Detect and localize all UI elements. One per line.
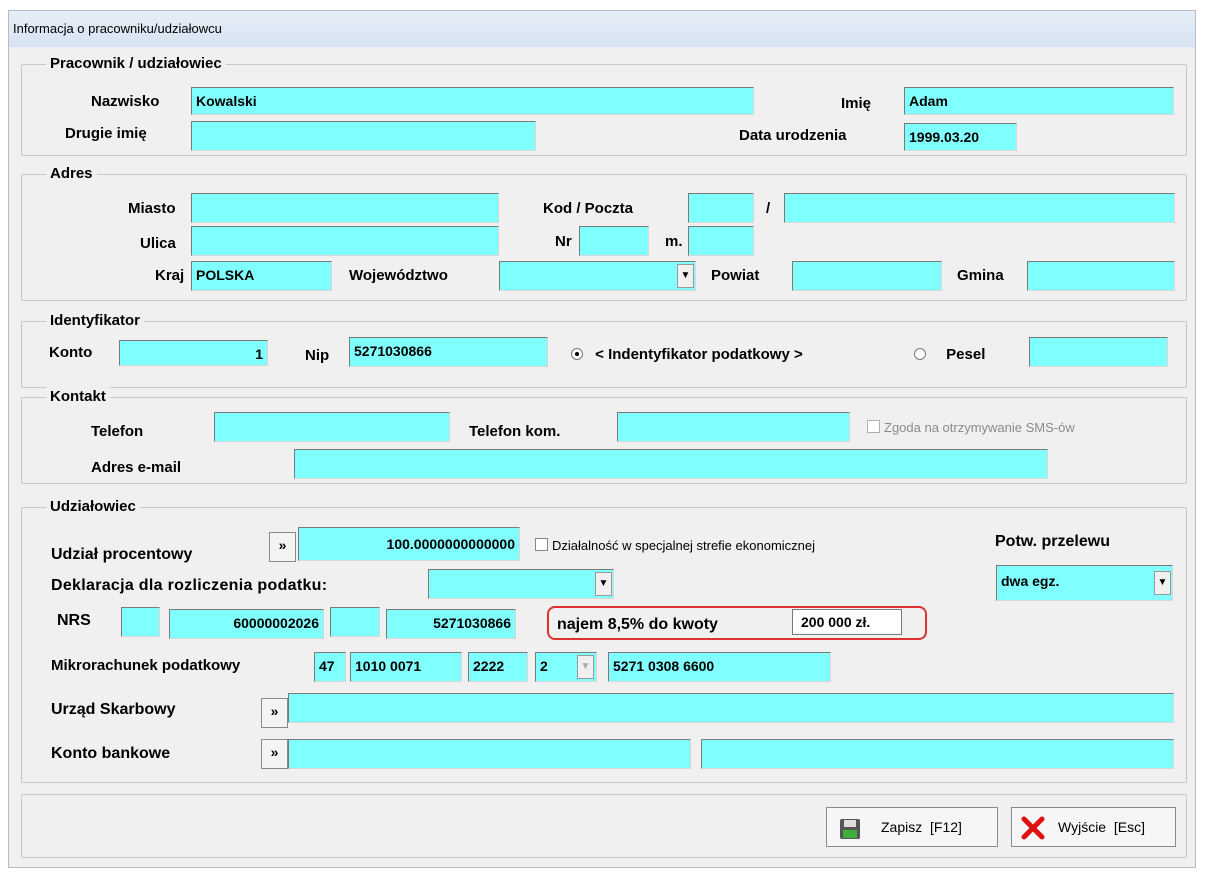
potw-select[interactable]: dwa egz. [996,565,1173,601]
wojewodztwo-dropdown-icon[interactable]: ▼ [677,264,694,288]
imie-label: Imię [841,95,872,112]
email-label: Adres e-mail [91,459,182,476]
mikro-field-1[interactable]: 47 [314,652,346,682]
gmina-field[interactable] [1027,261,1175,291]
najem-kwota-field[interactable]: 200 000 zł. [792,609,902,635]
data-urodzenia-field[interactable]: 1999.03.20 [904,123,1017,151]
konto-label: Konto [49,344,93,361]
potw-dropdown-icon[interactable]: ▼ [1154,571,1171,595]
kod-separator: / [766,200,771,217]
radio-pesel-icon[interactable] [914,348,926,360]
drugie-imie-field[interactable] [191,121,536,151]
group-pracownik-legend: Pracownik / udziałowiec [46,54,226,74]
nip-field[interactable]: 5271030866 [349,337,548,367]
nazwisko-field[interactable]: Kowalski [191,87,754,115]
radio-pesel[interactable]: Pesel [914,345,985,365]
group-udzialowiec-legend: Udziałowiec [46,497,140,517]
powiat-label: Powiat [711,267,760,284]
ulica-label: Ulica [140,235,176,252]
telefon-label: Telefon [91,423,144,440]
konto-bankowe-more-button[interactable]: » [261,739,288,769]
sms-consent-checkbox[interactable]: Zgoda na otrzymywanie SMS-ów [867,418,1075,438]
mikro-field-5[interactable]: 5271 0308 6600 [608,652,831,682]
radio-pesel-label: Pesel [946,346,986,363]
exit-button[interactable]: Wyjście [Esc] [1011,807,1176,847]
udzial-more-button[interactable]: » [269,532,296,562]
urzad-field[interactable] [288,693,1174,723]
mikro-field-3[interactable]: 2222 [468,652,528,682]
employee-info-window: Informacja o pracowniku/udziałowcu Praco… [8,10,1196,868]
window-title: Informacja o pracowniku/udziałowcu [9,11,1195,47]
udzial-field[interactable]: 100.0000000000000 [298,527,520,561]
m-label: m. [665,233,683,250]
poczta-field[interactable] [784,193,1175,223]
mikro-dropdown-icon[interactable]: ▼ [577,655,594,679]
mikro-field-2[interactable]: 1010 0071 [350,652,462,682]
group-adres-legend: Adres [46,164,97,184]
nrs-field-2[interactable]: 60000002026 [169,609,324,639]
deklaracja-dropdown-icon[interactable]: ▼ [595,572,612,596]
save-icon [839,816,861,839]
miasto-field[interactable] [191,193,499,223]
pesel-field[interactable] [1029,337,1168,367]
group-kontakt-legend: Kontakt [46,387,110,407]
nrs-field-3[interactable] [330,607,380,637]
miasto-label: Miasto [128,200,176,217]
nrs-field-4[interactable]: 5271030866 [386,609,516,639]
najem-label: najem 8,5% do kwoty [557,616,718,633]
powiat-field[interactable] [792,261,942,291]
udzial-label: Udział procentowy [51,546,193,563]
nrs-label: NRS [57,612,91,629]
group-identyfikator-legend: Identyfikator [46,311,145,331]
save-label: Zapisz [F12] [881,819,962,835]
kraj-field[interactable]: POLSKA [191,261,332,291]
konto-bankowe-field-1[interactable] [288,739,691,769]
email-field[interactable] [294,449,1048,479]
wojewodztwo-select[interactable] [499,261,696,291]
konto-bankowe-label: Konto bankowe [51,745,171,762]
drugie-imie-label: Drugie imię [65,125,147,142]
save-button[interactable]: Zapisz [F12] [826,807,998,847]
konto-bankowe-field-2[interactable] [701,739,1174,769]
telefon-field[interactable] [214,412,450,442]
gmina-label: Gmina [957,267,1004,284]
kraj-label: Kraj [155,267,185,284]
deklaracja-select[interactable] [428,569,614,599]
urzad-label: Urząd Skarbowy [51,701,176,718]
sse-label: Działalność w specjalnej strefie ekonomi… [552,538,816,553]
m-field[interactable] [688,226,754,256]
exit-label: Wyjście [Esc] [1058,819,1145,835]
wojewodztwo-label: Województwo [349,267,448,284]
data-urodzenia-label: Data urodzenia [739,127,847,144]
kod-poczta-label: Kod / Poczta [543,200,634,217]
kod-field[interactable] [688,193,754,223]
sms-consent-label: Zgoda na otrzymywanie SMS-ów [884,420,1075,435]
nazwisko-label: Nazwisko [91,93,160,110]
sse-checkbox-icon[interactable] [535,538,548,551]
radio-nip[interactable]: < Indentyfikator podatkowy > [571,345,803,365]
urzad-more-button[interactable]: » [261,698,288,728]
radio-nip-label: < Indentyfikator podatkowy > [595,346,803,363]
nr-label: Nr [555,233,572,250]
potw-label: Potw. przelewu [995,533,1110,550]
sse-checkbox[interactable]: Działalność w specjalnej strefie ekonomi… [535,536,815,556]
imie-field[interactable]: Adam [904,87,1174,115]
ulica-field[interactable] [191,226,499,256]
nrs-field-1[interactable] [121,607,160,637]
telefon-kom-label: Telefon kom. [469,423,561,440]
telefon-kom-field[interactable] [617,412,850,442]
deklaracja-label: Deklaracja dla rozliczenia podatku: [51,577,328,594]
close-icon [1020,815,1046,841]
radio-nip-icon[interactable] [571,348,583,360]
mikro-label: Mikrorachunek podatkowy [51,657,241,674]
nip-label: Nip [305,347,330,364]
nr-field[interactable] [579,226,649,256]
sms-checkbox-icon[interactable] [867,420,880,433]
konto-field[interactable]: 1 [119,340,268,366]
